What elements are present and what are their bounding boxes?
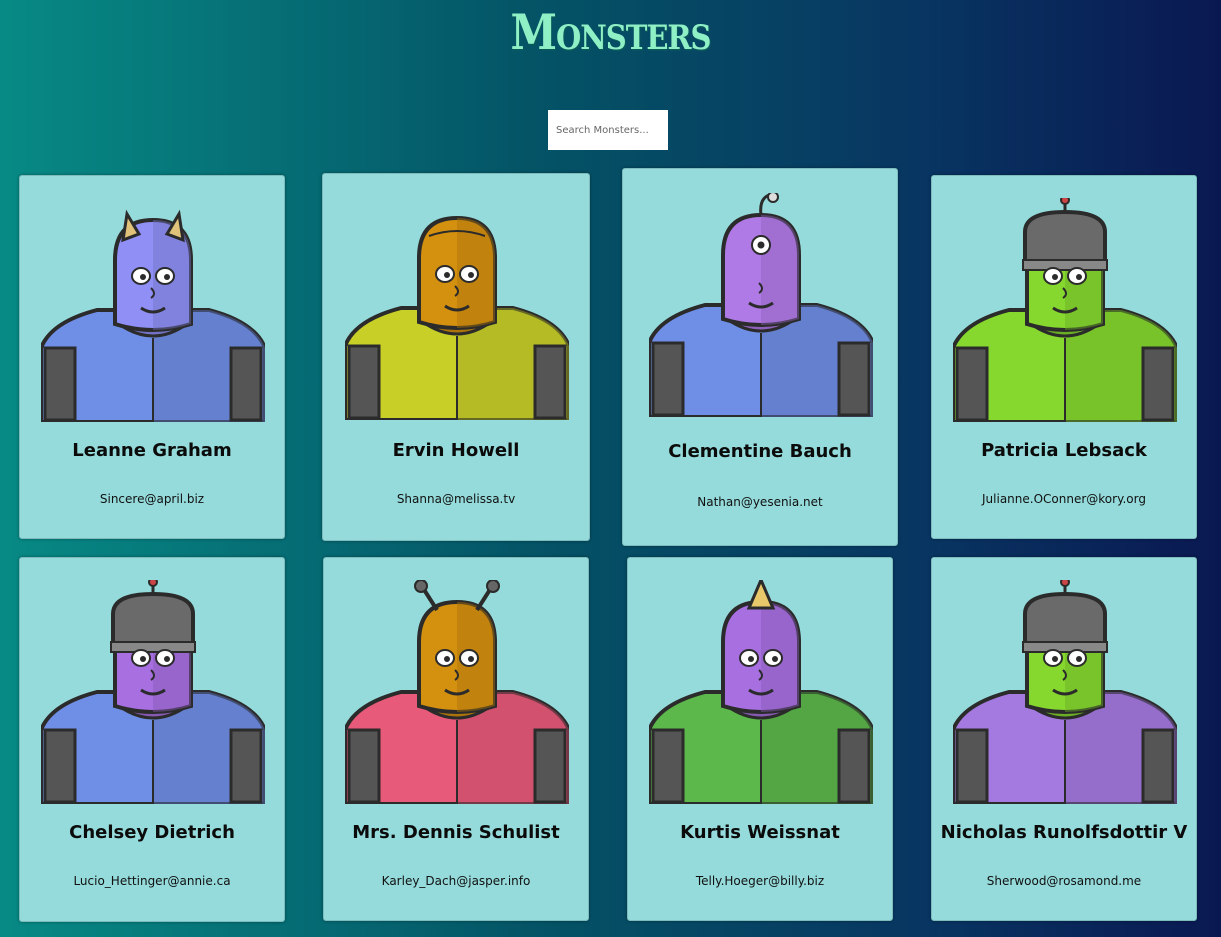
monster-antenna-tip-right — [486, 580, 500, 593]
monster-shoulder-plate-left — [651, 728, 685, 804]
monster-pupil-left — [748, 656, 754, 662]
search-input[interactable] — [548, 110, 668, 150]
monster-antenna-tip-left — [414, 580, 428, 593]
monster-pupil-left — [140, 656, 146, 662]
monster-card[interactable]: Leanne Graham Sincere@april.biz — [19, 175, 285, 539]
monster-name: Nicholas Runolfsdottir V — [940, 822, 1188, 843]
monster-helmet-light — [1060, 580, 1070, 587]
monster-card[interactable]: Chelsey Dietrich Lucio_Hettinger@annie.c… — [19, 557, 285, 922]
monster-shoulder-plate-right — [1141, 728, 1175, 804]
monster-helmet-band — [110, 641, 196, 653]
monster-pupil-right — [1076, 656, 1082, 662]
monster-pupil-right — [772, 656, 778, 662]
monster-name: Patricia Lebsack — [981, 440, 1147, 461]
monster-email: Karley_Dach@jasper.info — [381, 874, 531, 888]
monster-avatar — [953, 198, 1177, 422]
monster-pupil-left — [444, 656, 450, 662]
monster-email: Sincere@april.biz — [99, 492, 205, 506]
monster-horn — [746, 580, 776, 610]
monster-avatar — [41, 209, 265, 422]
monster-avatar — [649, 193, 873, 417]
monster-pupil — [757, 241, 765, 249]
monster-pupil-right — [1076, 274, 1082, 280]
monster-avatar — [345, 580, 569, 804]
monster-avatar — [649, 580, 873, 804]
monster-card[interactable]: Patricia Lebsack Julianne.OConner@kory.o… — [931, 175, 1197, 539]
monster-shoulder-plate-left — [43, 728, 77, 804]
monster-pupil-right — [164, 274, 170, 280]
monster-shoulder-plate-right — [533, 344, 567, 420]
monster-card[interactable]: Kurtis Weissnat Telly.Hoeger@billy.biz — [627, 557, 893, 921]
monster-pupil-left — [140, 274, 146, 280]
monster-helmet-band — [1022, 641, 1108, 653]
monster-email: Nathan@yesenia.net — [697, 495, 823, 509]
monster-shoulder-plate-right — [837, 341, 871, 417]
monster-card[interactable]: Mrs. Dennis Schulist Karley_Dach@jasper.… — [323, 557, 589, 921]
monster-card[interactable]: Clementine Bauch Nathan@yesenia.net — [622, 168, 898, 546]
monster-pupil-right — [468, 272, 474, 278]
page-title: Monsters — [510, 4, 712, 61]
monster-helmet-band — [1022, 259, 1108, 271]
monster-avatar — [345, 215, 569, 420]
monster-pupil-left — [444, 272, 450, 278]
monster-shoulder-plate-right — [229, 728, 263, 804]
monster-antenna-tip — [767, 193, 779, 203]
monster-pupil-right — [468, 656, 474, 662]
monster-head-shade — [761, 215, 799, 325]
monster-shoulder-plate-left — [43, 346, 77, 422]
monster-shoulder-plate-left — [955, 728, 989, 804]
monster-email: Telly.Hoeger@billy.biz — [695, 874, 825, 888]
monster-pupil-left — [1052, 274, 1058, 280]
monster-email: Shanna@melissa.tv — [396, 492, 516, 506]
monster-name: Clementine Bauch — [668, 441, 852, 462]
monster-helmet-light — [1060, 198, 1070, 205]
monster-shoulder-plate-left — [651, 341, 685, 417]
monster-avatar — [953, 580, 1177, 804]
monster-email: Julianne.OConner@kory.org — [982, 492, 1146, 506]
monster-email: Lucio_Hettinger@annie.ca — [73, 874, 231, 888]
monster-shoulder-plate-right — [533, 728, 567, 804]
monster-shoulder-plate-left — [955, 346, 989, 422]
monster-card[interactable]: Nicholas Runolfsdottir V Sherwood@rosamo… — [931, 557, 1197, 921]
monster-name: Leanne Graham — [72, 440, 232, 461]
monster-pupil-right — [164, 656, 170, 662]
monster-shoulder-plate-left — [347, 344, 381, 420]
monster-helmet-light — [148, 580, 158, 587]
monster-avatar — [41, 580, 265, 804]
monster-name: Kurtis Weissnat — [680, 822, 840, 843]
monster-shoulder-plate-left — [347, 728, 381, 804]
monster-name: Mrs. Dennis Schulist — [352, 822, 560, 843]
monster-email: Sherwood@rosamond.me — [986, 874, 1142, 888]
monster-shoulder-plate-right — [229, 346, 263, 422]
monster-name: Chelsey Dietrich — [69, 822, 235, 843]
monster-pupil-left — [1052, 656, 1058, 662]
monster-shoulder-plate-right — [837, 728, 871, 804]
monster-shoulder-plate-right — [1141, 346, 1175, 422]
monster-card[interactable]: Ervin Howell Shanna@melissa.tv — [322, 173, 590, 541]
monster-name: Ervin Howell — [392, 440, 520, 461]
